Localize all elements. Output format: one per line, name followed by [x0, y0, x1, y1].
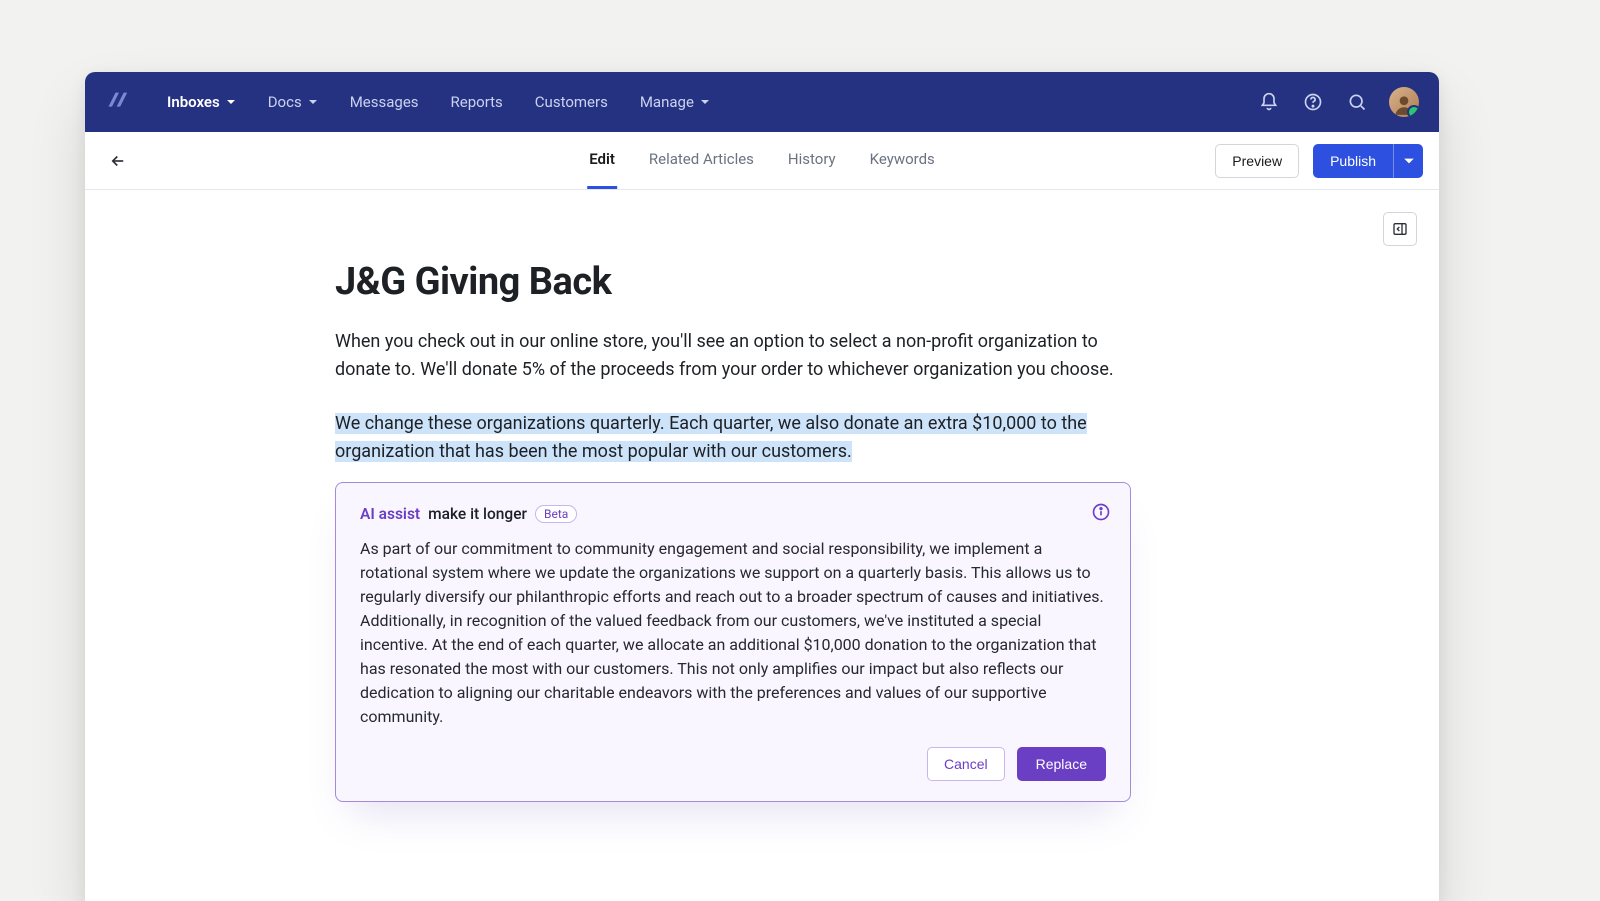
- chevron-down-icon: [226, 97, 236, 107]
- nav-item-messages[interactable]: Messages: [338, 87, 431, 117]
- document-editor: J&G Giving Back When you check out in ou…: [85, 190, 1439, 802]
- ai-cancel-button[interactable]: Cancel: [927, 747, 1005, 781]
- document-paragraph[interactable]: When you check out in our online store, …: [335, 328, 1135, 384]
- preview-button[interactable]: Preview: [1215, 144, 1299, 178]
- help-button[interactable]: [1295, 84, 1331, 120]
- app-logo-icon: [105, 88, 133, 116]
- beta-badge: Beta: [535, 505, 577, 523]
- search-button[interactable]: [1339, 84, 1375, 120]
- nav-item-docs[interactable]: Docs: [256, 87, 330, 117]
- nav-item-customers[interactable]: Customers: [523, 87, 620, 117]
- chevron-down-icon: [700, 97, 710, 107]
- nav-label: Inboxes: [167, 93, 220, 111]
- ai-actions: Cancel Replace: [360, 747, 1106, 781]
- nav-item-manage[interactable]: Manage: [628, 87, 722, 117]
- person-icon: [1391, 91, 1417, 117]
- chevron-down-icon: [308, 97, 318, 107]
- ai-assist-header: AI assist make it longer Beta: [360, 505, 1106, 523]
- document-title[interactable]: J&G Giving Back: [335, 260, 1189, 304]
- publish-button[interactable]: Publish: [1313, 144, 1393, 178]
- nav-label: Docs: [268, 93, 302, 111]
- back-button[interactable]: [101, 144, 135, 178]
- editor-tabs: Edit Related Articles History Keywords: [587, 132, 937, 189]
- user-avatar[interactable]: [1389, 87, 1419, 117]
- info-icon: [1091, 502, 1111, 522]
- toolbar-actions: Preview Publish: [1215, 144, 1423, 178]
- publish-dropdown-toggle[interactable]: [1393, 144, 1423, 178]
- bell-icon: [1259, 92, 1279, 112]
- app-window: Inboxes Docs Messages Reports Customers …: [85, 72, 1439, 901]
- tab-related-articles[interactable]: Related Articles: [647, 132, 756, 189]
- publish-split-button: Publish: [1313, 144, 1423, 178]
- ai-replace-button[interactable]: Replace: [1017, 747, 1106, 781]
- nav-label: Reports: [451, 93, 503, 111]
- toggle-side-panel-button[interactable]: [1383, 212, 1417, 246]
- ai-info-button[interactable]: [1090, 501, 1112, 523]
- ai-assist-panel: AI assist make it longer Beta As part of…: [335, 482, 1131, 802]
- editor-toolbar: Edit Related Articles History Keywords P…: [85, 132, 1439, 190]
- notifications-button[interactable]: [1251, 84, 1287, 120]
- ai-assist-label: AI assist: [360, 505, 420, 523]
- nav-label: Customers: [535, 93, 608, 111]
- selected-text[interactable]: We change these organizations quarterly.…: [335, 413, 1087, 462]
- selected-text-wrap: We change these organizations quarterly.…: [335, 410, 1135, 466]
- top-nav: Inboxes Docs Messages Reports Customers …: [85, 72, 1439, 132]
- panel-collapse-icon: [1392, 221, 1408, 237]
- tab-history[interactable]: History: [786, 132, 838, 189]
- chevron-down-icon: [1403, 155, 1415, 167]
- help-icon: [1303, 92, 1323, 112]
- nav-label: Manage: [640, 93, 694, 111]
- tab-keywords[interactable]: Keywords: [868, 132, 937, 189]
- ai-suggestion-text: As part of our commitment to community e…: [360, 537, 1106, 729]
- tab-edit[interactable]: Edit: [587, 132, 617, 189]
- nav-label: Messages: [350, 93, 419, 111]
- nav-item-inboxes[interactable]: Inboxes: [155, 87, 248, 117]
- search-icon: [1347, 92, 1367, 112]
- ai-assist-prompt: make it longer: [428, 505, 527, 523]
- arrow-left-icon: [109, 152, 127, 170]
- nav-item-reports[interactable]: Reports: [439, 87, 515, 117]
